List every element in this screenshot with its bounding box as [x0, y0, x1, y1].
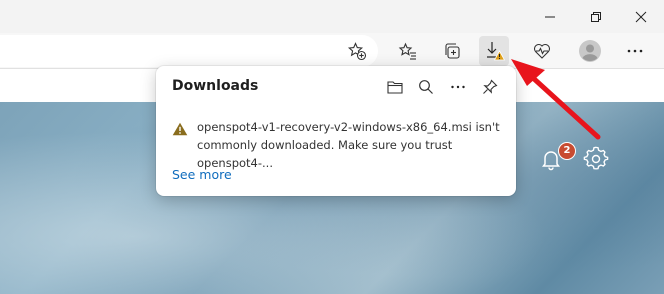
pin-icon — [483, 79, 498, 94]
settings-and-more-button[interactable] — [620, 36, 650, 66]
title-bar — [0, 0, 664, 33]
open-downloads-folder-button[interactable] — [382, 74, 408, 100]
add-favorite-icon — [347, 42, 367, 61]
gear-icon — [583, 146, 609, 170]
minimize-button[interactable] — [527, 0, 573, 33]
add-favorite-button[interactable] — [342, 36, 372, 66]
downloads-icon — [487, 42, 506, 61]
warning-icon — [172, 122, 188, 136]
collections-icon — [445, 43, 460, 59]
close-button[interactable] — [618, 0, 664, 33]
collections-button[interactable] — [437, 36, 467, 66]
profile-button[interactable] — [575, 36, 605, 66]
downloads-button[interactable] — [479, 36, 509, 66]
more-options-button[interactable] — [445, 74, 471, 100]
minimize-icon — [545, 16, 555, 17]
restore-button[interactable] — [573, 0, 619, 33]
folder-icon — [387, 81, 403, 94]
browser-essentials-button[interactable] — [527, 36, 557, 66]
downloads-title: Downloads — [172, 78, 259, 94]
search-downloads-button[interactable] — [413, 74, 439, 100]
more-icon — [451, 85, 465, 89]
notification-badge: 2 — [558, 142, 576, 160]
browser-toolbar — [0, 33, 664, 69]
page-settings-button[interactable] — [583, 146, 609, 172]
profile-avatar — [579, 40, 601, 62]
favorites-icon — [398, 42, 416, 60]
address-bar[interactable] — [0, 35, 378, 67]
search-icon — [419, 80, 433, 94]
downloads-flyout: Downloads openspot4-v1-recovery-v2-windo… — [156, 66, 516, 196]
download-warning-message[interactable]: openspot4-v1-recovery-v2-windows-x86_64.… — [197, 118, 509, 172]
see-more-link[interactable]: See more — [172, 167, 232, 182]
favorites-button[interactable] — [393, 36, 423, 66]
close-icon — [635, 11, 647, 22]
browser-essentials-icon — [533, 43, 551, 59]
pin-downloads-button[interactable] — [477, 74, 503, 100]
more-icon — [627, 49, 643, 53]
restore-icon — [591, 11, 601, 22]
